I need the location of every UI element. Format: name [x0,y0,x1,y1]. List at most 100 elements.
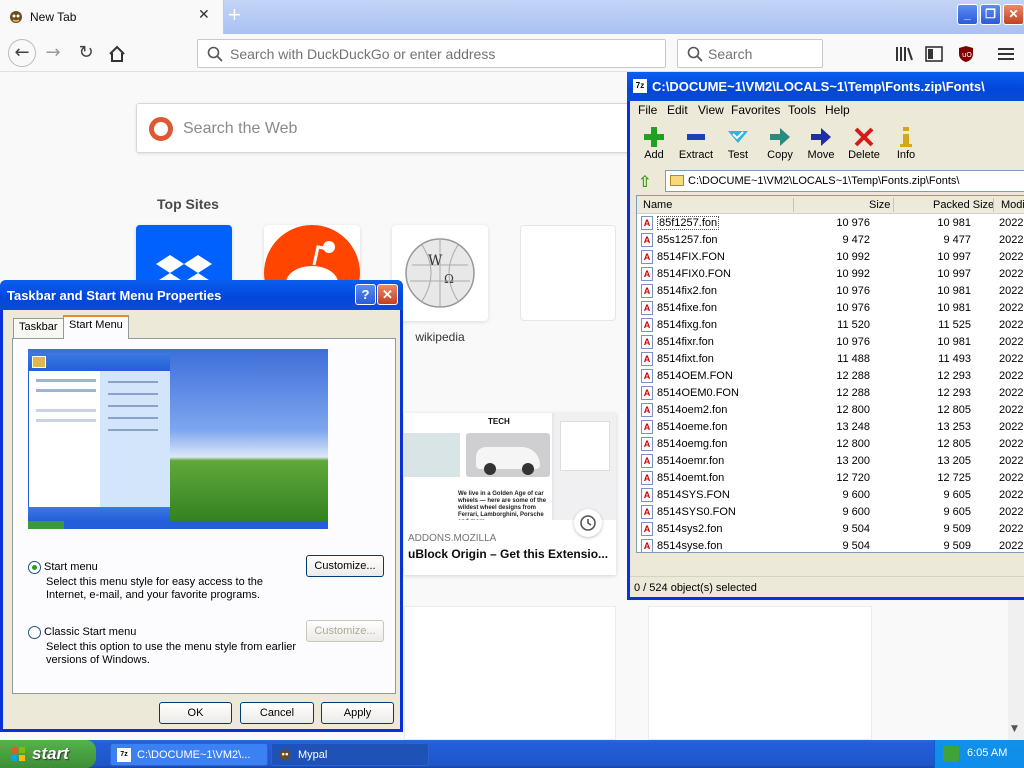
file-size: 12 800 [836,438,870,450]
column-modified[interactable]: Modi [1001,199,1024,211]
apply-button[interactable]: Apply [321,702,394,724]
table-row[interactable]: A 8514fixe.fon 10 976 10 981 2022- [637,300,1024,317]
top-site-wikipedia[interactable]: W Ω [392,225,488,321]
table-row[interactable]: A 8514oem2.fon 12 800 12 805 2022- [637,402,1024,419]
close-window-button[interactable]: ✕ [1003,4,1024,25]
new-tab-button[interactable]: + [228,2,241,28]
table-row[interactable]: A 8514oemt.fon 12 720 12 725 2022- [637,470,1024,487]
table-row[interactable]: A 8514fixg.fon 11 520 11 525 2022- [637,317,1024,334]
customize-start-menu-button[interactable]: Customize... [306,555,384,577]
close-tab-icon[interactable]: ✕ [198,7,210,23]
toolbar-info-button[interactable]: Info [886,125,926,165]
sidebar-icon[interactable] [922,42,946,66]
toolbar-add-button[interactable]: Add [634,125,674,165]
table-row[interactable]: A 8514oemg.fon 12 800 12 805 2022- [637,436,1024,453]
column-size[interactable]: Size [869,199,890,211]
table-row[interactable]: A 85f1257.fon 10 976 10 981 2022- [637,215,1024,232]
toolbar-copy-button[interactable]: Copy [760,125,800,165]
highlight-card[interactable]: TECH We live in a Golden Age of car whee… [404,413,616,575]
table-row[interactable]: A 8514FIX0.FON 10 992 10 997 2022- [637,266,1024,283]
customize-classic-menu-button[interactable]: Customize... [306,620,384,642]
web-search-box[interactable]: Search the Web [136,103,656,153]
toolbar-move-button[interactable]: Move [801,125,841,165]
column-packed-size[interactable]: Packed Size [933,199,994,211]
font-file-icon: A [641,250,653,264]
file-name: 8514fixr.fon [657,336,714,348]
toolbar-delete-button[interactable]: Delete [842,125,886,165]
table-row[interactable]: A 8514OEM.FON 12 288 12 293 2022- [637,368,1024,385]
browser-titlebar: New Tab ✕ + _ ❐ ✕ [0,0,1024,34]
classic-start-menu-radio[interactable] [28,626,41,639]
table-row[interactable]: A 8514SYS.FON 9 600 9 605 2022- [637,487,1024,504]
menu-icon[interactable] [994,42,1018,66]
font-file-icon: A [641,233,653,247]
table-row[interactable]: A 8514oeme.fon 13 248 13 253 2022- [637,419,1024,436]
highlight-title: uBlock Origin – Get this Extensio... [408,547,609,561]
tab-new-tab[interactable]: New Tab ✕ [0,0,224,34]
network-icon[interactable] [943,746,959,762]
dialog-close-button[interactable]: ✕ [377,284,398,305]
file-name: 8514sys2.fon [657,523,723,535]
clock-icon [574,509,602,537]
search-placeholder: Search [708,46,753,62]
home-icon[interactable] [105,42,129,66]
font-file-icon: A [641,471,653,485]
table-row[interactable]: A 8514SYS0.FON 9 600 9 605 2022- [637,504,1024,521]
menu-tools[interactable]: Tools [788,103,816,117]
back-icon[interactable]: ← [8,39,36,67]
table-row[interactable]: A 8514fix2.fon 10 976 10 981 2022- [637,283,1024,300]
table-row[interactable]: A 8514sys2.fon 9 504 9 509 2022- [637,521,1024,538]
library-icon[interactable] [893,42,917,66]
file-size: 12 288 [836,370,870,382]
file-packed-size: 12 293 [937,387,971,399]
file-modified: 2022- [999,455,1024,467]
ublock-icon[interactable]: uO [954,42,978,66]
taskbar-item-7zip[interactable]: 7z C:\DOCUME~1\VM2\... [110,743,268,766]
file-list[interactable]: Name Size Packed Size Modi A 85f1257.fon 1… [636,195,1024,553]
menu-view[interactable]: View [698,103,724,117]
table-row[interactable]: A 8514oemr.fon 13 200 13 205 2022- [637,453,1024,470]
toolbar-test-button[interactable]: Test [718,125,758,165]
table-row[interactable]: A 85s1257.fon 9 472 9 477 2022- [637,232,1024,249]
table-row[interactable]: A 8514FIX.FON 10 992 10 997 2022- [637,249,1024,266]
file-size: 9 504 [842,540,870,552]
minimize-button[interactable]: _ [957,4,978,25]
folder-up-icon[interactable]: ⇧ [638,172,656,191]
taskbar-item-mypal[interactable]: Mypal [271,743,429,766]
menu-edit[interactable]: Edit [667,103,688,117]
menu-file[interactable]: File [638,103,657,117]
maximize-button[interactable]: ❐ [980,4,1001,25]
start-button[interactable]: start [0,740,96,768]
top-site-empty[interactable] [520,225,616,321]
search-bar[interactable]: Search [677,39,823,68]
table-row[interactable]: A 8514fixr.fon 10 976 10 981 2022- [637,334,1024,351]
ok-button[interactable]: OK [159,702,232,724]
toolbar-add-label: Add [644,149,664,161]
page-scrollbar[interactable]: ▼ [1008,600,1024,740]
menu-favorites[interactable]: Favorites [731,103,780,117]
font-file-icon: A [641,522,653,536]
cancel-button[interactable]: Cancel [240,702,314,724]
file-list-header: Name Size Packed Size Modi [637,196,1024,214]
scroll-down-icon[interactable]: ▼ [1011,724,1018,734]
menu-help[interactable]: Help [825,103,850,117]
file-packed-size: 10 997 [937,251,971,263]
table-row[interactable]: A 8514OEM0.FON 12 288 12 293 2022- [637,385,1024,402]
table-row[interactable]: A 8514fixt.fon 11 488 11 493 2022- [637,351,1024,368]
forward-icon[interactable]: → [41,42,65,66]
search-icon [207,46,223,62]
address-value: C:\DOCUME~1\VM2\LOCALS~1\Temp\Fonts.zip\… [688,175,960,187]
reload-icon[interactable]: ↻ [74,42,98,66]
address-field[interactable]: C:\DOCUME~1\VM2\LOCALS~1\Temp\Fonts.zip\… [665,170,1024,192]
help-button[interactable]: ? [355,284,376,305]
font-file-icon: A [641,386,653,400]
toolbar-extract-button[interactable]: Extract [674,125,718,165]
start-menu-radio[interactable] [28,561,41,574]
url-bar[interactable]: Search with DuckDuckGo or enter address [197,39,666,68]
column-name[interactable]: Name [643,199,672,211]
tab-start-menu[interactable]: Start Menu [63,315,129,339]
taskbar-properties-dialog: Taskbar and Start Menu Properties ? ✕ Ta… [0,280,403,732]
table-row[interactable]: A 8514syse.fon 9 504 9 509 2022- [637,538,1024,552]
tab-taskbar[interactable]: Taskbar [13,318,64,338]
empty-highlight-slot [404,606,616,740]
